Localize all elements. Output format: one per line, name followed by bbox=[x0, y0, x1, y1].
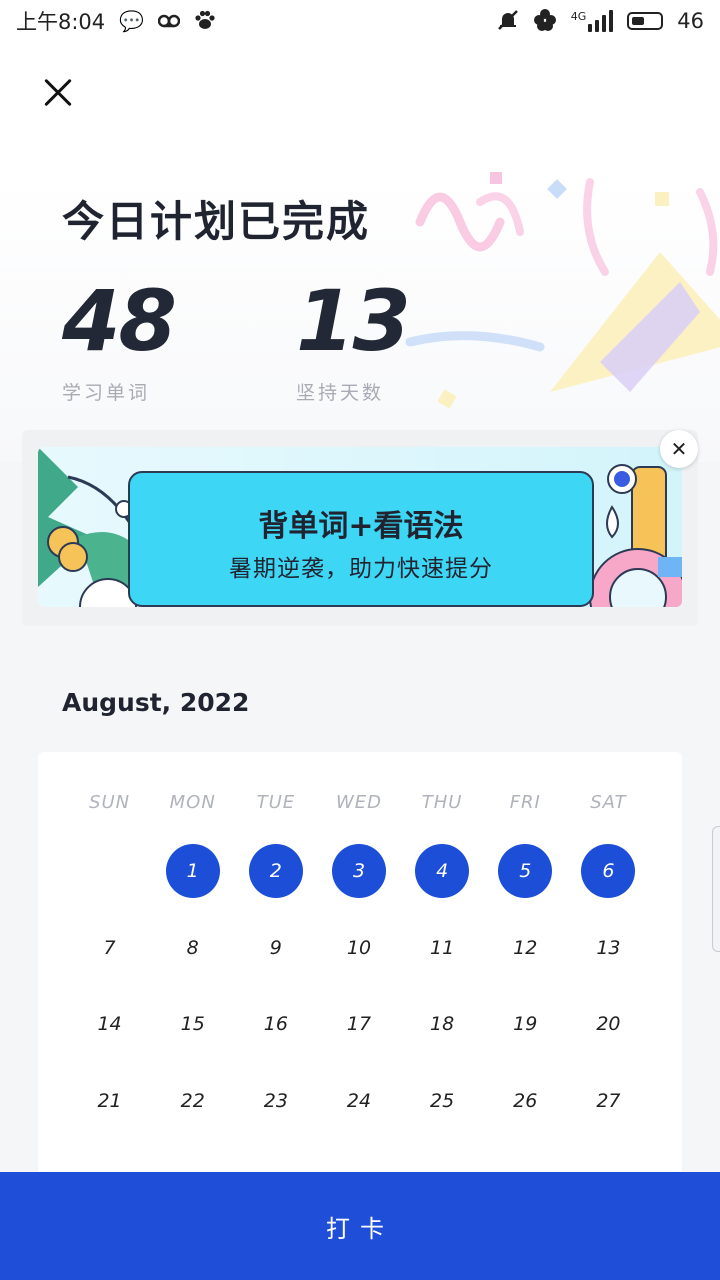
banner-subtitle: 暑期逆袭，助力快速提分 bbox=[229, 556, 493, 582]
scrollbar-handle[interactable] bbox=[712, 826, 720, 952]
calendar-day-number[interactable]: 22 bbox=[166, 1074, 220, 1128]
calendar-day: 19 bbox=[484, 997, 567, 1074]
close-button[interactable] bbox=[38, 72, 78, 112]
calendar-day: 11 bbox=[401, 921, 484, 998]
checkin-calendar: SUN MON TUE WED THU FRI SAT 1 2 3 4 5 6 7 8 9 10 1… bbox=[38, 752, 682, 1192]
close-icon: ✕ bbox=[670, 437, 688, 461]
stat-words-learned: 48 学习单词 bbox=[62, 272, 177, 405]
calendar-day-number[interactable]: 26 bbox=[498, 1074, 552, 1128]
calendar-day: 2 bbox=[234, 844, 317, 921]
calendar-day: 12 bbox=[484, 921, 567, 998]
calendar-day: 13 bbox=[567, 921, 650, 998]
status-time: 上午8:04 bbox=[16, 10, 106, 34]
weekday-label: SUN bbox=[89, 792, 131, 813]
calendar-day-number[interactable]: 10 bbox=[332, 921, 386, 975]
voicemail-icon bbox=[157, 11, 181, 31]
weekday-label: TUE bbox=[256, 792, 296, 813]
calendar-day: 25 bbox=[401, 1074, 484, 1151]
party-popper-illustration bbox=[405, 172, 720, 409]
calendar-day: 6 bbox=[567, 844, 650, 921]
stat-label: 学习单词 bbox=[62, 382, 151, 404]
stat-streak-days: 13 坚持天数 bbox=[296, 272, 411, 405]
calendar-day-number[interactable]: 18 bbox=[415, 997, 469, 1051]
battery-level: 46 bbox=[677, 9, 704, 33]
status-bar-left: 上午8:04 💬 bbox=[16, 6, 216, 36]
calendar-day-number[interactable]: 17 bbox=[332, 997, 386, 1051]
calendar-day: 21 bbox=[68, 1074, 151, 1151]
calendar-day-number[interactable]: 24 bbox=[332, 1074, 386, 1128]
calendar-day: 9 bbox=[234, 921, 317, 998]
status-bar: 上午8:04 💬 4G 46 bbox=[0, 0, 720, 42]
calendar-day-number[interactable]: 16 bbox=[249, 997, 303, 1051]
calendar-day-number[interactable]: 25 bbox=[415, 1074, 469, 1128]
calendar-day-number bbox=[83, 844, 137, 898]
calendar-day: 5 bbox=[484, 844, 567, 921]
calendar-day-number[interactable]: 9 bbox=[249, 921, 303, 975]
calendar-day-checked[interactable]: 2 bbox=[248, 844, 303, 898]
calendar-day: 8 bbox=[151, 921, 234, 998]
paw-icon bbox=[194, 10, 216, 33]
calendar-day-checked[interactable]: 3 bbox=[331, 844, 386, 898]
calendar-day-empty bbox=[68, 844, 151, 921]
calendar-day-number[interactable]: 11 bbox=[415, 921, 469, 975]
calendar-day-number[interactable]: 14 bbox=[83, 997, 137, 1051]
calendar-day-number[interactable]: 21 bbox=[83, 1074, 137, 1128]
signal-icon: 4G bbox=[571, 10, 614, 32]
summary-header: 今日计划已完成 48 学习单词 13 坚持天数 bbox=[0, 42, 720, 462]
banner-close-button[interactable]: ✕ bbox=[660, 430, 698, 468]
calendar-day-number[interactable]: 8 bbox=[166, 921, 220, 975]
calendar-month-label: August, 2022 bbox=[62, 688, 250, 717]
mute-icon bbox=[497, 9, 519, 34]
weekday-label: SAT bbox=[590, 792, 627, 813]
weekday-label: FRI bbox=[509, 792, 541, 813]
calendar-day: 3 bbox=[317, 844, 400, 921]
calendar-day: 23 bbox=[234, 1074, 317, 1151]
stat-value: 48 bbox=[62, 272, 177, 370]
banner-title: 背单词+看语法 bbox=[258, 509, 464, 544]
status-bar-right: 4G 46 bbox=[497, 8, 704, 35]
calendar-day-checked[interactable]: 6 bbox=[581, 844, 636, 898]
calendar-weekday-header: SUN MON TUE WED THU FRI SAT bbox=[68, 792, 650, 820]
calendar-day-checked[interactable]: 1 bbox=[165, 844, 220, 898]
calendar-day: 20 bbox=[567, 997, 650, 1074]
network-type: 4G bbox=[570, 10, 587, 23]
calendar-day: 22 bbox=[151, 1074, 234, 1151]
checkin-button[interactable]: 打卡 bbox=[0, 1172, 720, 1280]
calendar-day-number[interactable]: 12 bbox=[498, 921, 552, 975]
calendar-day-number[interactable]: 23 bbox=[249, 1074, 303, 1128]
calendar-day-number[interactable]: 7 bbox=[83, 921, 137, 975]
weekday-label: THU bbox=[421, 792, 463, 813]
calendar-day: 26 bbox=[484, 1074, 567, 1151]
calendar-day-checked[interactable]: 4 bbox=[415, 844, 470, 898]
calendar-day-number[interactable]: 15 bbox=[166, 997, 220, 1051]
calendar-day: 14 bbox=[68, 997, 151, 1074]
stat-label: 坚持天数 bbox=[296, 382, 385, 404]
calendar-day-number[interactable]: 19 bbox=[498, 997, 552, 1051]
chat-icon: 💬 bbox=[119, 9, 145, 33]
calendar-days-grid: 1 2 3 4 5 6 7 8 9 10 11 12 13 14 15 16 17 18 19 20 21 22 23 24 2… bbox=[68, 844, 650, 1150]
calendar-day: 24 bbox=[317, 1074, 400, 1151]
weekday-label: MON bbox=[169, 792, 216, 813]
calendar-day: 7 bbox=[68, 921, 151, 998]
calendar-day: 16 bbox=[234, 997, 317, 1074]
calendar-day: 15 bbox=[151, 997, 234, 1074]
flower-icon bbox=[533, 8, 557, 35]
banner-card: 背单词+看语法 暑期逆袭，助力快速提分 bbox=[128, 471, 594, 607]
calendar-day-number[interactable]: 20 bbox=[581, 997, 635, 1051]
calendar-day-number[interactable]: 13 bbox=[581, 921, 635, 975]
calendar-day-checked[interactable]: 5 bbox=[498, 844, 553, 898]
weekday-label: WED bbox=[335, 792, 382, 813]
promo-banner[interactable]: 背单词+看语法 暑期逆袭，助力快速提分 bbox=[38, 447, 682, 607]
calendar-day: 18 bbox=[401, 997, 484, 1074]
calendar-day: 10 bbox=[317, 921, 400, 998]
calendar-day-number[interactable]: 27 bbox=[581, 1074, 635, 1128]
page-title: 今日计划已完成 bbox=[62, 197, 371, 246]
calendar-day: 17 bbox=[317, 997, 400, 1074]
stat-value: 13 bbox=[296, 272, 411, 370]
calendar-day: 1 bbox=[151, 844, 234, 921]
calendar-day: 4 bbox=[401, 844, 484, 921]
battery-icon bbox=[627, 12, 664, 30]
calendar-day: 27 bbox=[567, 1074, 650, 1151]
